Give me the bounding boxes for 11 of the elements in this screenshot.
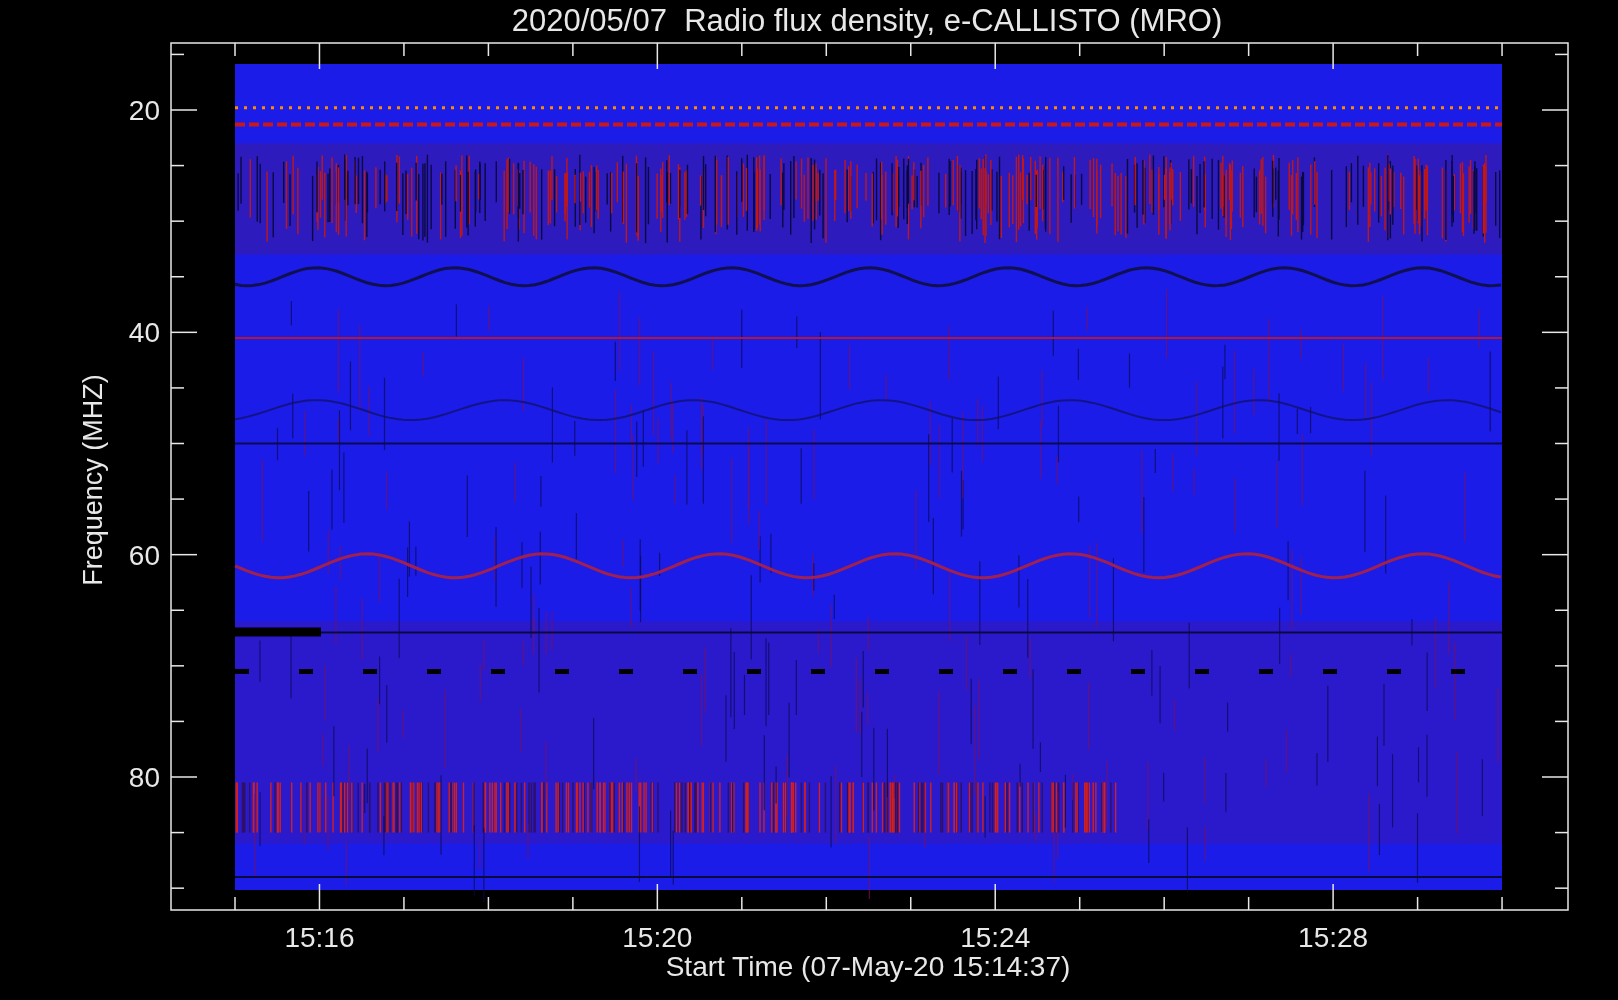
x-tick-label: 15:20 <box>622 922 693 953</box>
y-tick-label: 60 <box>128 539 160 571</box>
plot-title: 2020/05/07 Radio flux density, e-CALLISTO (MRO) <box>511 3 1223 38</box>
x-axis-label: Start Time (07-May-20 15:14:37) <box>665 951 1071 982</box>
y-axis-label: Frequency (MHZ) <box>78 374 108 586</box>
x-tick-label: 15:28 <box>1298 922 1369 953</box>
y-tick-label: 80 <box>128 762 160 793</box>
y-tick-label: 40 <box>128 317 160 349</box>
x-tick-label: 15:16 <box>284 922 355 953</box>
x-tick-label: 15:24 <box>960 922 1031 953</box>
y-tick-label: 20 <box>128 95 160 126</box>
